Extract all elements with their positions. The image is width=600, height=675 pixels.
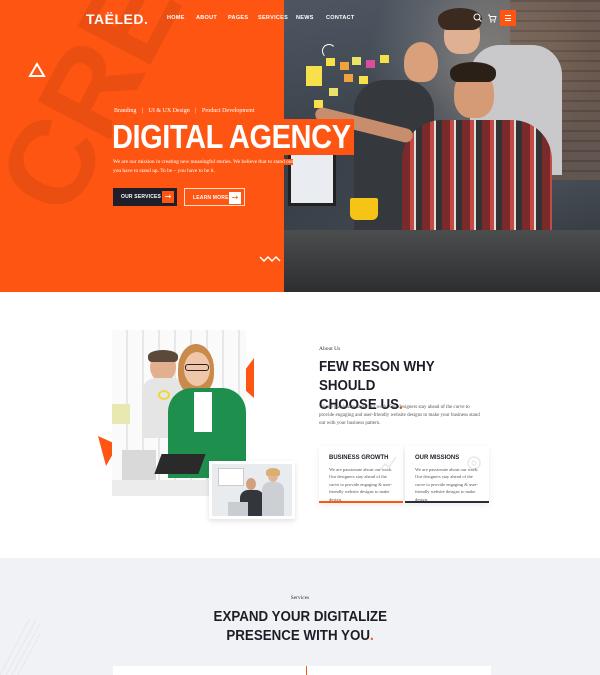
hero-description-line-2: you have to stand up. To be – you have t… <box>113 167 215 174</box>
menu-icon[interactable] <box>500 10 516 26</box>
card-text: We are passionate about our work. Our de… <box>329 467 393 502</box>
hero-section: CREATIV TAËLED. HOME ABOUT PAGES SERVIC <box>0 0 600 292</box>
card-title: OUR MISSIONS <box>415 454 460 461</box>
yellow-mug <box>350 198 378 220</box>
sticky-note <box>340 62 349 70</box>
nav-news[interactable]: NEWS <box>296 15 314 21</box>
hero-title: DIGITAL AGENCY <box>112 119 355 155</box>
services-title-line-2-text: PRESENCE WITH YOU <box>226 628 370 644</box>
nav-pages[interactable]: PAGES <box>228 15 248 21</box>
man-head <box>246 478 256 490</box>
person-center-hair <box>450 62 496 82</box>
search-icon[interactable] <box>471 11 485 25</box>
woman-body <box>262 482 284 516</box>
person-left-head <box>404 42 438 82</box>
card-title: BUSINESS GROWTH <box>329 454 389 461</box>
services-title-line-2: PRESENCE WITH YOU. <box>226 627 373 646</box>
nav-services[interactable]: SERVICES <box>258 15 288 21</box>
main-navbar: TAËLED. HOME ABOUT PAGES SERVICES NEWS C… <box>0 0 600 36</box>
services-title: EXPAND YOUR DIGITALIZE PRESENCE WITH YOU… <box>0 608 600 646</box>
card-text: We are passionate about our work. Our de… <box>415 467 479 502</box>
sticky-note <box>329 88 338 96</box>
desk <box>284 230 600 292</box>
wave-icon <box>259 255 281 263</box>
nav-about[interactable]: ABOUT <box>196 15 217 21</box>
about-description: We are passionate about our work. Our de… <box>319 405 480 426</box>
services-section: Services EXPAND YOUR DIGITALIZE PRESENCE… <box>0 558 600 675</box>
about-title-line-1: FEW RESON WHY SHOULD <box>319 359 435 394</box>
sticky-note <box>306 66 322 86</box>
nav-home[interactable]: HOME <box>167 15 185 21</box>
tag-branding: Branding <box>114 108 137 114</box>
hero-description: We are our mission in creating new meani… <box>113 158 313 175</box>
hero-description-line-1: We are our mission in creating new meani… <box>113 159 294 165</box>
sticky-note <box>380 55 389 63</box>
our-services-label: OUR SERVICES <box>121 194 162 200</box>
card-accent-bar <box>405 501 489 503</box>
learn-more-button[interactable]: LEARN MORE → <box>184 188 245 206</box>
white-shirt <box>194 392 212 432</box>
about-label: About Us <box>319 346 341 352</box>
nav-contact[interactable]: CONTACT <box>326 15 355 21</box>
triangle-icon <box>28 62 46 77</box>
tag-ui-ux: UI & UX Design <box>148 108 190 114</box>
whiteboard <box>218 468 244 486</box>
arrow-right-icon: → <box>162 191 174 203</box>
title-dot: . <box>369 628 374 644</box>
learn-more-label: LEARN MORE <box>193 195 229 201</box>
tag-product-development: Product Development <box>201 108 255 114</box>
hero-tags: Branding | UI & UX Design | Product Deve… <box>114 108 258 114</box>
loading-spinner-icon <box>322 44 336 58</box>
services-title-line-1: EXPAND YOUR DIGITALIZE <box>213 609 387 625</box>
sticky-note <box>352 57 361 65</box>
sticky-note <box>359 76 368 84</box>
service-card[interactable] <box>113 666 306 675</box>
service-card[interactable] <box>307 666 491 675</box>
woman-hair <box>266 468 280 476</box>
laptop <box>122 450 156 480</box>
student-back-beanie <box>148 350 178 362</box>
services-label: Services <box>290 595 310 601</box>
desk-lamp <box>112 404 130 424</box>
our-missions-card[interactable]: OUR MISSIONS We are passionate about our… <box>405 446 489 503</box>
arrow-right-icon: → <box>229 192 241 204</box>
business-growth-card[interactable]: BUSINESS GROWTH We are passionate about … <box>319 446 403 503</box>
sticky-note <box>326 58 335 66</box>
meeting-photo <box>212 464 292 516</box>
tag-separator: | <box>195 108 197 114</box>
drawing-tablet <box>154 454 206 474</box>
glasses <box>185 364 209 371</box>
laptop <box>228 502 248 516</box>
card-accent-bar <box>319 501 403 503</box>
our-services-button[interactable]: OUR SERVICES → <box>113 188 177 206</box>
sticky-note <box>344 74 353 82</box>
headphones <box>158 390 170 400</box>
sticky-note <box>366 60 375 68</box>
about-secondary-photo <box>209 461 295 519</box>
site-logo[interactable]: TAËLED. <box>86 11 148 27</box>
tag-separator: | <box>141 108 144 114</box>
cart-icon[interactable] <box>485 11 499 25</box>
